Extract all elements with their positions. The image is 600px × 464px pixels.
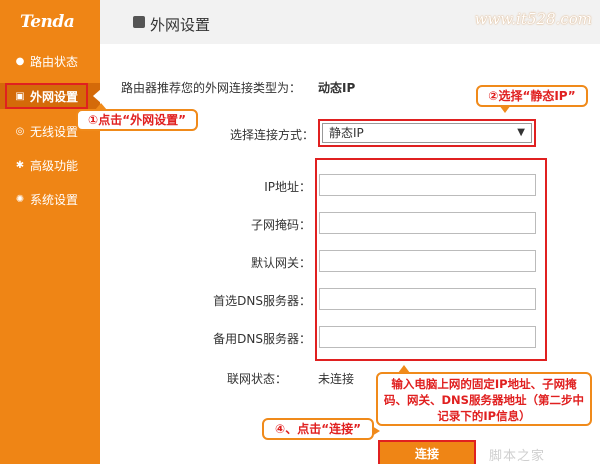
connection-status-value: 未连接 — [318, 372, 355, 386]
subnet-mask-field[interactable] — [319, 212, 536, 234]
callout-step3: 输入电脑上网的固定IP地址、子网掩码、网关、DNS服务器地址（第二步中记录下的I… — [376, 372, 592, 426]
advanced-icon: ✱ — [15, 159, 25, 171]
tenda-logo: Tenda — [20, 12, 75, 32]
wan-highlight-box — [5, 83, 88, 109]
select-value: 静态IP — [329, 126, 364, 140]
sidebar-item-label: 系统设置 — [30, 192, 79, 207]
connection-mode-label: 选择连接方式： — [230, 128, 315, 142]
callout-step1: ①点击“外网设置” — [76, 109, 198, 131]
sidebar-item-label: 路由状态 — [30, 54, 79, 69]
dropdown-arrow-icon: ▼ — [517, 127, 525, 138]
site-watermark: www.it528.com — [474, 10, 592, 28]
secondary-dns-label: 备用DNS服务器： — [213, 332, 311, 346]
connection-status-label: 联网状态： — [227, 372, 288, 386]
bottom-watermark: 脚本之家 — [489, 449, 546, 464]
gear-icon: ✺ — [15, 193, 25, 205]
status-icon: ● — [15, 55, 25, 67]
recommend-value: 动态IP — [318, 81, 356, 95]
primary-dns-field[interactable] — [319, 288, 536, 310]
callout-step2: ②选择“静态IP” — [476, 85, 588, 107]
gateway-label: 默认网关： — [250, 256, 311, 270]
sidebar-item-label: 高级功能 — [30, 158, 79, 173]
sidebar-item-label: 无线设置 — [30, 124, 79, 139]
sidebar-item-system[interactable]: ✺ 系统设置 — [0, 186, 100, 212]
callout-step4: ④、点击“连接” — [262, 418, 374, 440]
ip-address-label: IP地址： — [264, 180, 311, 194]
connect-button[interactable]: 连接 — [378, 440, 476, 464]
secondary-dns-field[interactable] — [319, 326, 536, 348]
gateway-field[interactable] — [319, 250, 536, 272]
page-title: 外网设置 — [150, 16, 211, 34]
ip-address-field[interactable] — [319, 174, 536, 196]
sidebar-item-advanced[interactable]: ✱ 高级功能 — [0, 152, 100, 178]
recommend-label: 路由器推荐您的外网连接类型为： — [121, 81, 302, 95]
wireless-icon: ◎ — [15, 125, 25, 137]
connection-mode-select[interactable]: 静态IP ▼ — [322, 123, 532, 143]
page-title-icon — [133, 16, 145, 28]
primary-dns-label: 首选DNS服务器： — [213, 294, 311, 308]
sidebar-item-router-status[interactable]: ● 路由状态 — [0, 48, 100, 74]
sidebar: Tenda ● 路由状态 ▣ 外网设置 ◎ 无线设置 ✱ 高级功能 ✺ 系统设置 — [0, 0, 101, 464]
active-caret-icon — [93, 89, 101, 103]
subnet-mask-label: 子网掩码： — [250, 218, 311, 232]
